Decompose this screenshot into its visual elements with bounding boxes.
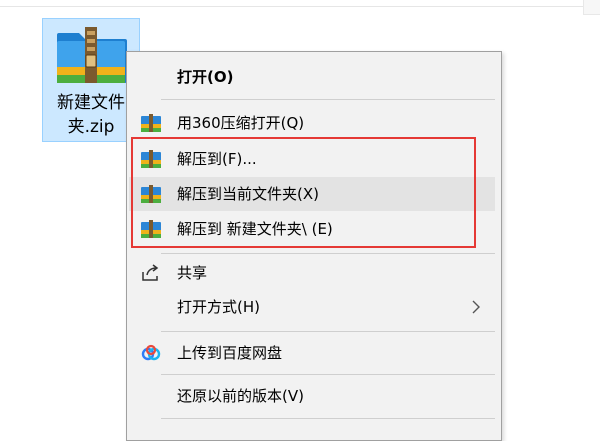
menu-item-label: 上传到百度网盘 bbox=[177, 344, 283, 362]
menu-item-restore-previous-versions[interactable]: 还原以前的版本(V) bbox=[129, 379, 495, 413]
zip-archive-icon bbox=[57, 27, 127, 83]
menu-item-label: 用360压缩打开(Q) bbox=[177, 114, 305, 132]
menu-separator bbox=[161, 253, 495, 254]
menu-item-share[interactable]: 共享 bbox=[129, 256, 495, 290]
360zip-icon bbox=[141, 150, 161, 168]
360zip-icon bbox=[141, 220, 161, 238]
menu-separator bbox=[161, 99, 495, 100]
menu-item-upload-baidu[interactable]: 上传到百度网盘 bbox=[129, 336, 495, 370]
menu-item-label: 解压到当前文件夹(X) bbox=[177, 185, 319, 203]
menu-item-label: 解压到 新建文件夹\ (E) bbox=[177, 220, 333, 238]
360zip-icon bbox=[141, 114, 161, 132]
menu-item-label: 还原以前的版本(V) bbox=[177, 387, 304, 405]
share-icon bbox=[142, 264, 159, 281]
menu-item-open-with-360zip[interactable]: 用360压缩打开(Q) bbox=[129, 106, 495, 140]
context-menu: 打开(O) 用360压缩打开(Q) 解压到(F)... 解压到当前文件夹(X) bbox=[126, 51, 502, 441]
menu-item-extract-to-folder[interactable]: 解压到 新建文件夹\ (E) bbox=[129, 212, 495, 246]
menu-item-open[interactable]: 打开(O) bbox=[129, 60, 495, 94]
menu-item-label: 打开(O) bbox=[177, 68, 234, 86]
360zip-icon bbox=[141, 185, 161, 203]
window-top-edge bbox=[0, 0, 600, 7]
menu-item-label: 共享 bbox=[177, 264, 208, 282]
menu-separator bbox=[161, 418, 495, 419]
menu-item-extract-to[interactable]: 解压到(F)... bbox=[129, 142, 495, 176]
file-name-label: 新建文件夹.zip bbox=[57, 93, 125, 137]
menu-item-label: 打开方式(H) bbox=[177, 298, 260, 316]
baidu-netdisk-icon bbox=[141, 344, 161, 361]
chevron-right-icon bbox=[472, 300, 480, 314]
menu-separator bbox=[161, 374, 495, 375]
menu-item-extract-here[interactable]: 解压到当前文件夹(X) bbox=[129, 177, 495, 211]
menu-separator bbox=[161, 331, 495, 332]
menu-item-label: 解压到(F)... bbox=[177, 150, 257, 168]
menu-item-open-with[interactable]: 打开方式(H) bbox=[129, 290, 495, 324]
scrollbar-corner[interactable] bbox=[583, 0, 600, 15]
